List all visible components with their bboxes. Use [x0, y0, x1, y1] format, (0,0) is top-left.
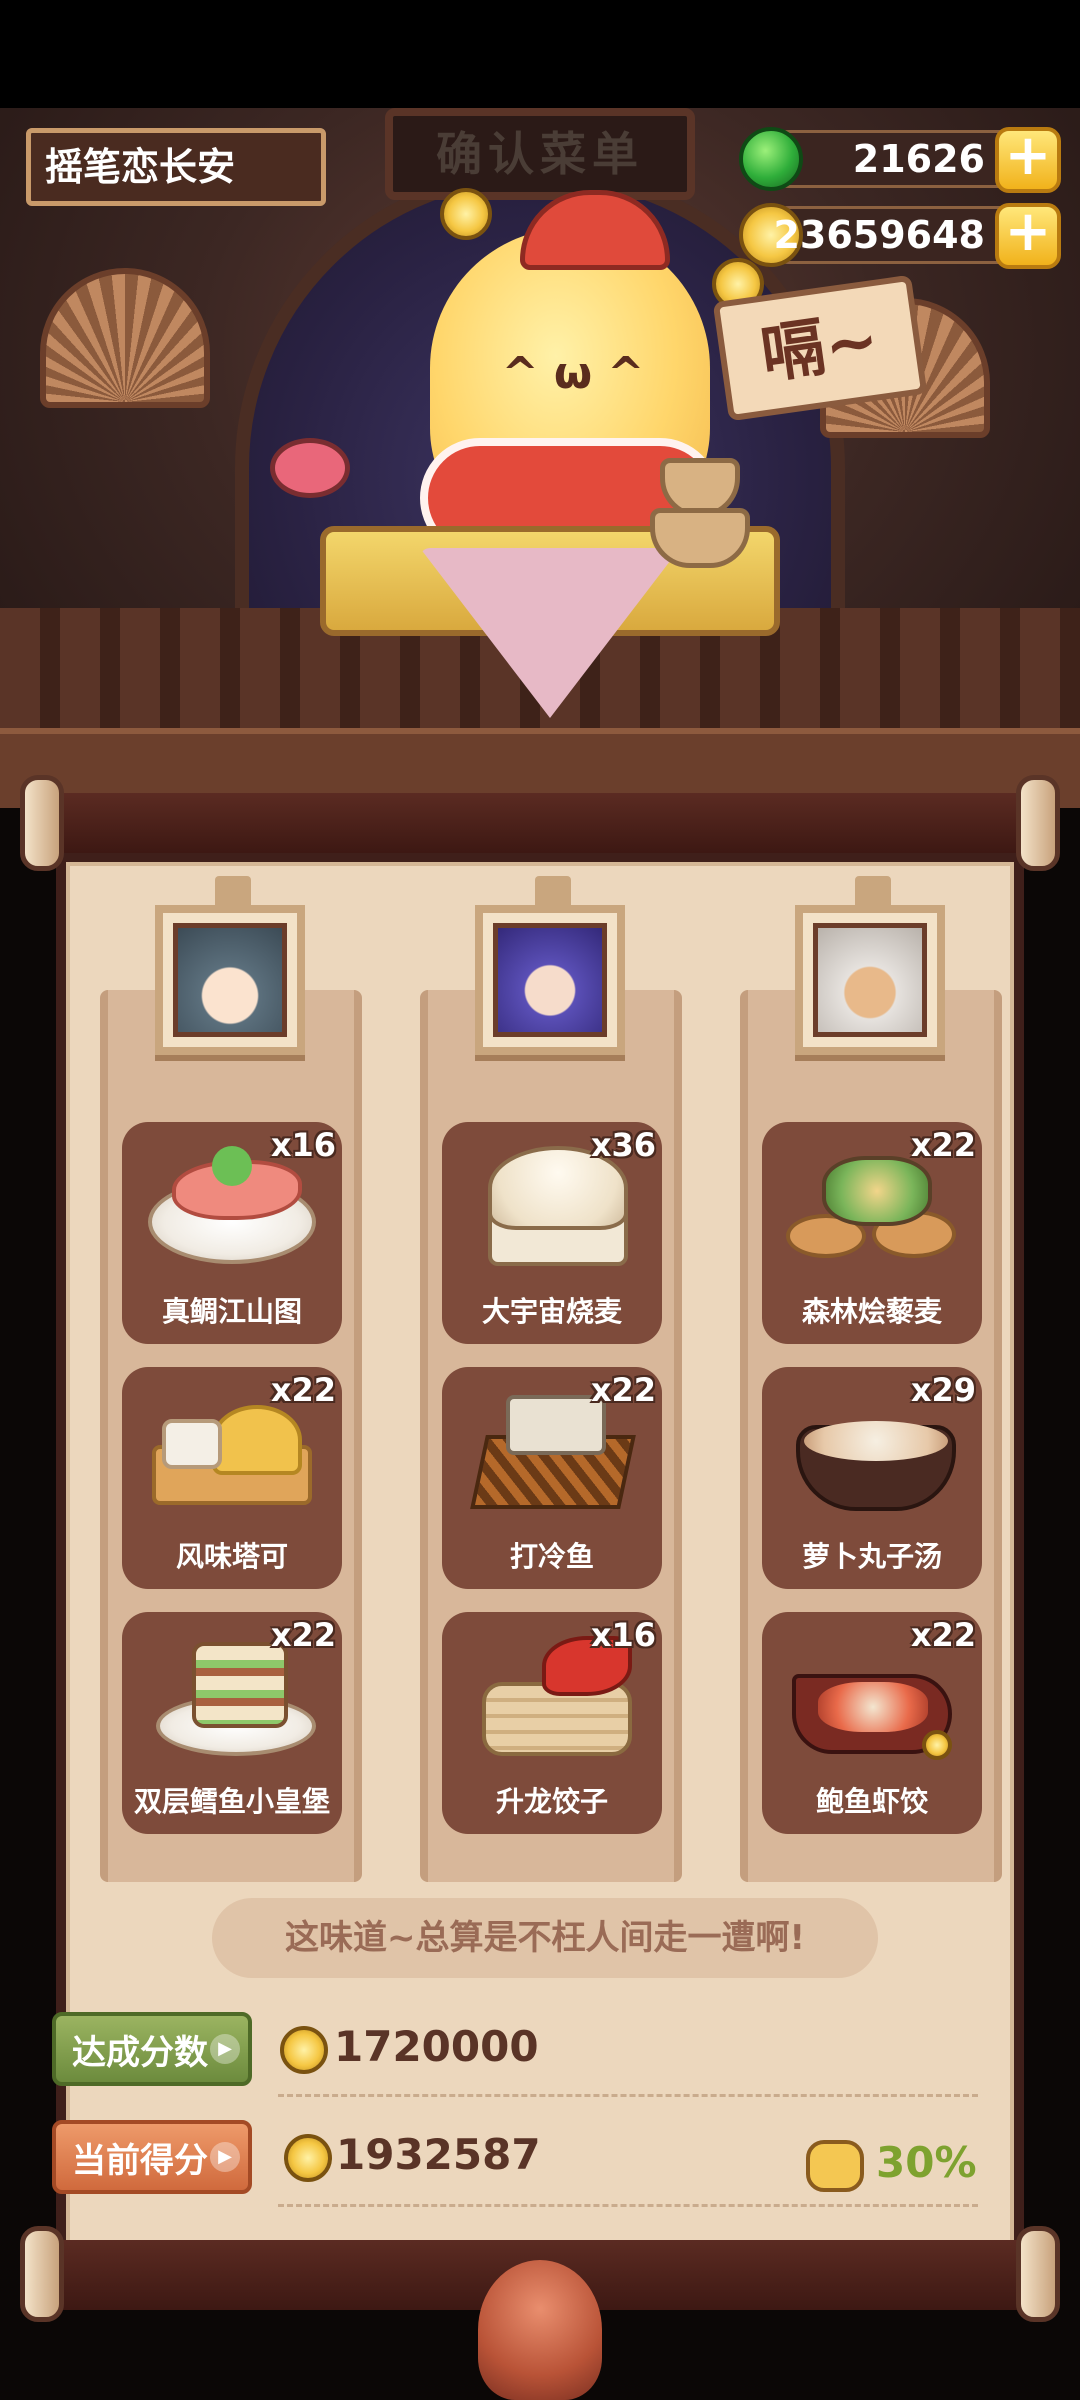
bonus-percent: 30%: [876, 2138, 977, 2187]
dish-name: 萝卜丸子汤: [801, 1540, 942, 1573]
guest-comment: 这味道~总算是不枉人间走一遭啊!: [212, 1898, 878, 1978]
rod-end-right: [1016, 2226, 1060, 2322]
guest-portrait: [475, 905, 625, 1055]
dish-count: x22: [590, 1371, 656, 1409]
current-score-label-tag: 当前得分 ▶: [52, 2120, 252, 2194]
current-score-value: 1932587: [336, 2130, 541, 2179]
target-score-label: 达成分数: [72, 2033, 208, 2073]
dish-card[interactable]: x16 真鲷江山图: [122, 1122, 342, 1344]
left-fan-icon: [40, 268, 210, 408]
dish-count: x16: [590, 1616, 656, 1654]
rod-end-right: [1016, 775, 1060, 871]
guest-portrait: [795, 905, 945, 1055]
scroll-rod-top: [22, 793, 1058, 853]
dish-name: 真鲷江山图: [161, 1295, 302, 1328]
add-jade-button[interactable]: +: [995, 127, 1061, 193]
bowl-stack-icon: [650, 508, 750, 568]
jade-amount: 21626: [852, 137, 985, 181]
divider: [278, 2204, 978, 2207]
target-score-label-tag: 达成分数 ▶: [52, 2012, 252, 2086]
dish-count: x22: [910, 1616, 976, 1654]
guest-1-avatar: [173, 923, 287, 1037]
speech-text: 嗝~: [756, 303, 884, 393]
arrow-right-icon: ▶: [210, 2142, 240, 2172]
fan-prop-icon: [270, 438, 350, 498]
guest-portrait: [155, 905, 305, 1055]
dish-card[interactable]: x16 升龙饺子: [442, 1612, 662, 1834]
guest-2-avatar: [493, 923, 607, 1037]
arrow-right-icon: ▶: [210, 2034, 240, 2064]
jade-icon: [739, 127, 803, 191]
dish-count: x16: [270, 1126, 336, 1164]
jade-currency-bar: 21626 +: [739, 127, 1061, 193]
dish-name: 风味塔可: [175, 1540, 288, 1573]
dish-count: x22: [270, 1616, 336, 1654]
dish-card[interactable]: x22 森林烩藜麦: [762, 1122, 982, 1344]
coin-amount: 23659648: [773, 213, 985, 257]
dish-name: 升龙饺子: [495, 1785, 608, 1818]
dish-card[interactable]: x29 萝卜丸子汤: [762, 1367, 982, 1589]
player-name: 摇笔恋长安: [26, 128, 326, 206]
dish-card[interactable]: x36 大宇宙烧麦: [442, 1122, 662, 1344]
guest-3-avatar: [813, 923, 927, 1037]
target-score-value: 1720000: [334, 2022, 539, 2071]
coin-icon: [280, 2026, 328, 2074]
dish-count: x36: [590, 1126, 656, 1164]
dish-count: x22: [910, 1126, 976, 1164]
add-coin-button[interactable]: +: [995, 203, 1061, 269]
dish-count: x22: [270, 1371, 336, 1409]
dish-card[interactable]: x22 鲍鱼虾饺: [762, 1612, 982, 1834]
hanging-coin-icon: [440, 188, 492, 240]
rod-end-left: [20, 775, 64, 871]
bonus-pot-icon: [806, 2140, 864, 2192]
dish-name: 打冷鱼: [509, 1540, 594, 1573]
dish-name: 大宇宙烧麦: [481, 1295, 622, 1328]
coin-icon: [284, 2134, 332, 2182]
dish-card[interactable]: x22 双层鳕鱼小皇堡: [122, 1612, 342, 1834]
shop-sign: 确认菜单: [385, 108, 695, 200]
dish-count: x29: [910, 1371, 976, 1409]
chef-face: ^ ω ^: [501, 348, 645, 399]
status-bar: [0, 0, 1080, 108]
dish-card[interactable]: x22 风味塔可: [122, 1367, 342, 1589]
dish-name: 鲍鱼虾饺: [815, 1785, 928, 1818]
dish-card[interactable]: x22 打冷鱼: [442, 1367, 662, 1589]
coin-currency-bar: 23659648 +: [739, 203, 1061, 269]
dish-name: 双层鳕鱼小皇堡: [133, 1785, 330, 1818]
current-score-label: 当前得分: [72, 2141, 208, 2181]
dish-name: 森林烩藜麦: [801, 1295, 942, 1328]
tassel-knot-icon: [478, 2260, 602, 2400]
divider: [278, 2094, 978, 2097]
rod-end-left: [20, 2226, 64, 2322]
